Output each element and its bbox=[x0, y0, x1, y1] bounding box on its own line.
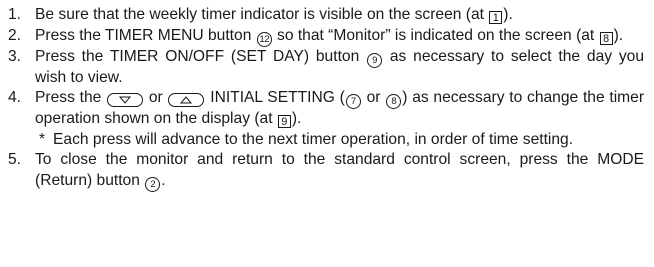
step-number: 5. bbox=[8, 151, 22, 168]
step-text: To close the monitor and return to the s… bbox=[35, 150, 648, 192]
step-2: 2. Press the TIMER MENU button 12 so tha… bbox=[8, 26, 648, 47]
note-text: Each press will advance to the next time… bbox=[53, 130, 574, 148]
button-ref-circle: 9 bbox=[367, 52, 383, 68]
step-text-part: so that “Monitor” is indicated on the sc… bbox=[272, 26, 599, 44]
step-text-part: ). bbox=[503, 6, 513, 23]
step-number: 4. bbox=[8, 89, 22, 106]
button-ref-circle: 7 bbox=[345, 94, 361, 109]
step-text: Press the TIMER ON/OFF (SET DAY) button … bbox=[35, 47, 648, 89]
down-triangle-button-icon bbox=[107, 93, 144, 107]
display-ref-box: 1 bbox=[489, 11, 503, 24]
step-text: Press the TIMER MENU button 12 so that “… bbox=[35, 26, 648, 47]
step-3: 3. Press the TIMER ON/OFF (SET DAY) butt… bbox=[8, 47, 648, 89]
step-text: Be sure that the weekly timer indicator … bbox=[35, 5, 648, 26]
display-ref-box: 9 bbox=[277, 115, 291, 128]
up-triangle-button-icon bbox=[168, 93, 205, 107]
step-text-part: Press the TIMER ON/OFF (SET DAY) button bbox=[35, 47, 367, 65]
instruction-list: 1. Be sure that the weekly timer indicat… bbox=[0, 0, 648, 192]
step-4: 4. Press the or INITIAL SETTING (7 or 8)… bbox=[8, 88, 648, 130]
note-asterisk: * bbox=[39, 130, 46, 148]
step-text-part: ). bbox=[613, 26, 624, 44]
step-text-part: INITIAL SETTING ( bbox=[205, 89, 345, 106]
step-number: 2. bbox=[8, 26, 22, 44]
step-text-part: or bbox=[361, 89, 386, 106]
step-1: 1. Be sure that the weekly timer indicat… bbox=[8, 5, 648, 26]
display-ref-box: 8 bbox=[599, 31, 613, 45]
step-4-note: * Each press will advance to the next ti… bbox=[39, 130, 648, 151]
step-number: 1. bbox=[8, 6, 22, 23]
step-number: 3. bbox=[8, 47, 22, 65]
button-ref-circle: 12 bbox=[256, 31, 272, 47]
step-text-part: or bbox=[144, 89, 168, 106]
step-5: 5. To close the monitor and return to th… bbox=[8, 150, 648, 192]
step-text-part: Press the TIMER MENU button bbox=[35, 26, 256, 44]
step-text-part: Be sure that the weekly timer indicator … bbox=[35, 6, 489, 23]
step-text-part: . bbox=[161, 171, 166, 189]
step-text: Press the or INITIAL SETTING (7 or 8) as… bbox=[35, 88, 648, 130]
button-ref-circle: 2 bbox=[145, 176, 161, 192]
step-text-part: To close the monitor and return to the s… bbox=[35, 151, 644, 189]
button-ref-circle: 8 bbox=[386, 94, 402, 109]
step-text-part: ). bbox=[291, 110, 302, 127]
step-text-part: Press the bbox=[35, 89, 107, 106]
